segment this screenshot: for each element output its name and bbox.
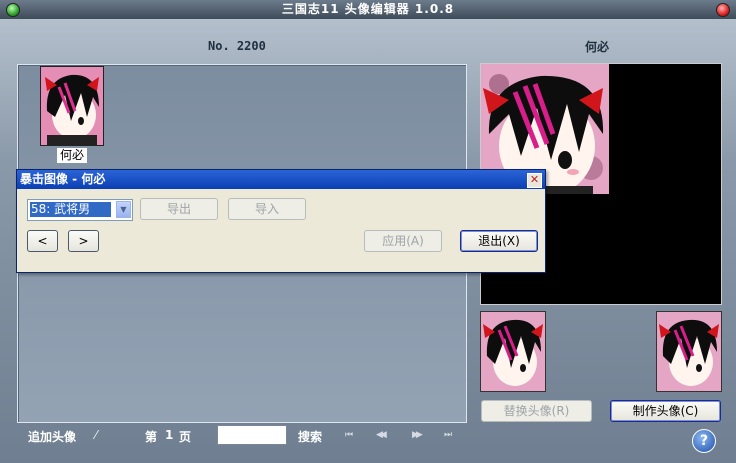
export-button[interactable]: 导出 xyxy=(140,198,218,220)
next-page-icon[interactable]: ▶▶ xyxy=(412,430,426,441)
title-bar: 三国志11 头像编辑器 1.0.8 xyxy=(0,0,736,19)
image-type-value: 58: 武将男 xyxy=(30,202,111,217)
prev-page-icon[interactable]: ◀◀ xyxy=(376,430,390,441)
page-suffix: 页 xyxy=(179,430,192,444)
search-input[interactable] xyxy=(217,425,287,445)
add-portrait-icon[interactable]: ⁄ xyxy=(95,428,97,442)
dialog-close-icon[interactable]: ✕ xyxy=(527,173,542,188)
make-portrait-button[interactable]: 制作头像(C) xyxy=(610,400,721,422)
app-window: 三国志11 头像编辑器 1.0.8 No. 2200 何必 何必 替换头像(R)… xyxy=(0,0,736,463)
apply-button[interactable]: 应用(A) xyxy=(364,230,442,252)
portrait-thumbnail[interactable] xyxy=(40,66,104,146)
next-image-button[interactable]: > xyxy=(68,230,99,252)
add-portrait-label[interactable]: 追加头像 xyxy=(28,428,76,445)
window-close-icon[interactable] xyxy=(716,3,730,17)
prev-image-button[interactable]: < xyxy=(27,230,58,252)
search-label[interactable]: 搜索 xyxy=(298,428,322,445)
image-type-select[interactable]: 58: 武将男 ▼ xyxy=(27,199,133,221)
chevron-down-icon[interactable]: ▼ xyxy=(116,201,131,218)
page-prefix: 第 xyxy=(145,430,158,444)
first-page-icon[interactable]: ⏮ xyxy=(345,430,359,441)
portrait-art-icon xyxy=(41,67,103,145)
window-title: 三国志11 头像编辑器 1.0.8 xyxy=(281,2,455,16)
officer-name-label: 何必 xyxy=(585,40,610,54)
portrait-name-tag: 何必 xyxy=(57,148,87,163)
last-page-icon[interactable]: ⏭ xyxy=(444,430,458,441)
dialog-title-bar: 暴击图像 - 何必 ✕ xyxy=(17,170,545,189)
small-portrait-right-icon xyxy=(657,312,721,391)
replace-portrait-button[interactable]: 替换头像(R) xyxy=(481,400,592,422)
import-button[interactable]: 导入 xyxy=(228,198,306,220)
record-number: No. 2200 xyxy=(208,39,266,53)
help-icon[interactable]: ? xyxy=(692,429,716,453)
small-portrait-left-icon xyxy=(481,312,545,391)
small-portrait-right[interactable] xyxy=(656,311,722,392)
critical-image-dialog: 暴击图像 - 何必 ✕ 58: 武将男 ▼ 导出 导入 < > 应用(A) 退出… xyxy=(16,169,546,273)
dialog-title: 暴击图像 - 何必 xyxy=(20,172,106,186)
page-number: 1 xyxy=(165,428,174,442)
exit-button[interactable]: 退出(X) xyxy=(460,230,538,252)
window-minimize-icon[interactable] xyxy=(6,3,20,17)
small-portrait-left[interactable] xyxy=(480,311,546,392)
